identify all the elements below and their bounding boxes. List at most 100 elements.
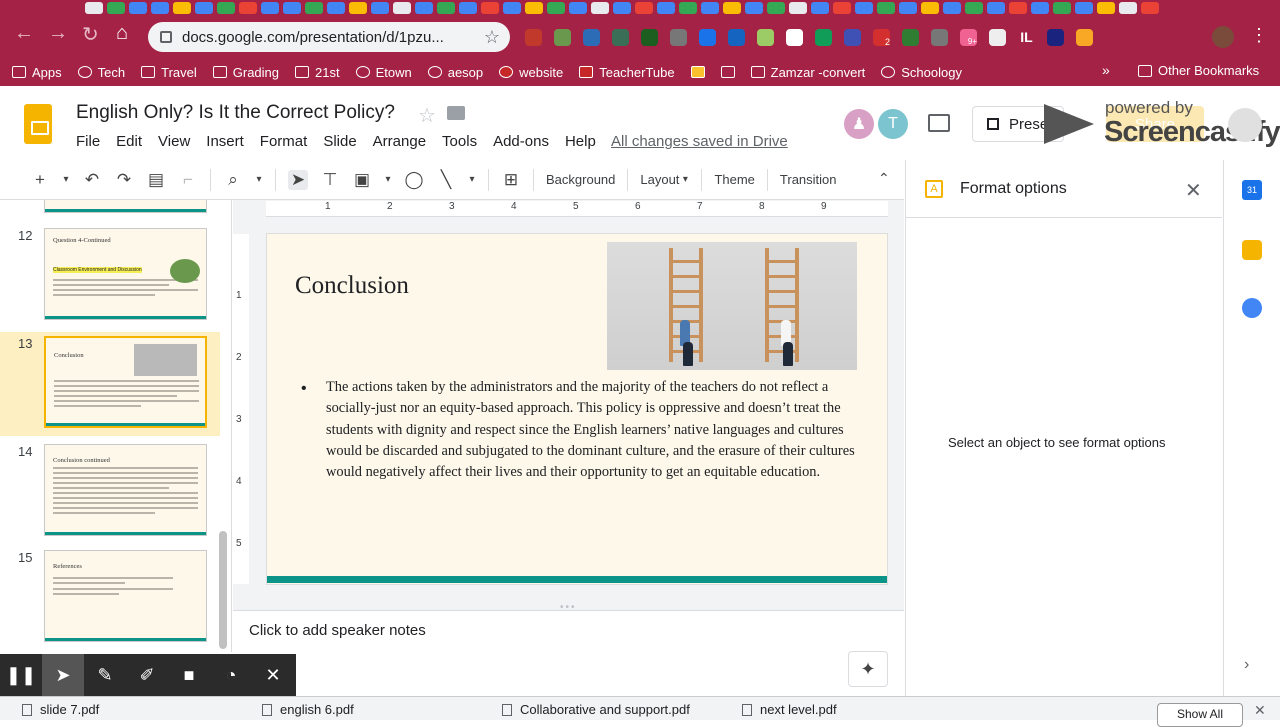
print-icon[interactable]: ▤ [146,170,166,190]
extension-icon[interactable]: 2 [873,28,890,47]
timer-icon[interactable]: ◔ [210,654,252,696]
select-cursor-icon[interactable]: ➤ [288,169,308,190]
close-icon[interactable]: ✕ [1254,702,1266,719]
bookmark-etown[interactable]: Etown [355,65,412,80]
close-icon[interactable]: ✕ [252,654,294,696]
collaborator-avatar[interactable]: T [878,109,908,139]
bookmark-website[interactable]: website [499,65,563,80]
slide-body-text[interactable]: The actions taken by the administrators … [326,377,866,483]
extension-icon[interactable] [612,28,629,46]
menu-insert[interactable]: Insert [206,133,244,150]
new-slide-icon[interactable]: + [30,170,50,190]
horizontal-ruler[interactable]: 1 2 3 4 5 6 7 8 9 [266,201,888,217]
chevron-down-icon[interactable]: ▾ [255,174,263,185]
camera-icon[interactable]: ■ [168,654,210,696]
chevron-right-icon[interactable]: › [1244,656,1249,674]
download-item[interactable]: Collaborative and support.pdf [502,702,690,717]
add-comment-icon[interactable]: ⊞ [501,170,521,190]
bookmark-teachertube[interactable]: TeacherTube [579,65,675,80]
slide-image-ladders[interactable] [607,242,857,370]
account-avatar[interactable] [1228,108,1262,142]
speaker-notes-placeholder[interactable]: Click to add speaker notes [249,622,426,639]
download-item[interactable]: next level.pdf [742,702,837,717]
menu-slide[interactable]: Slide [323,133,356,150]
slide-title[interactable]: Conclusion [295,272,409,300]
filmstrip-item-15[interactable]: 15 References [0,546,220,646]
pause-icon[interactable]: ❚❚ [0,654,42,696]
filmstrip-item-13[interactable]: 13 Conclusion [0,332,220,436]
forward-arrow-icon[interactable]: → [48,22,68,45]
extension-icon[interactable] [844,28,861,46]
background-button[interactable]: Background [546,172,615,187]
bookmarks-overflow-icon[interactable]: » [1102,62,1110,78]
slide-filmstrip[interactable]: 12 Question 4-Continued Classroom Enviro… [0,200,232,652]
highlighter-icon[interactable]: ✐ [126,654,168,696]
slide-thumbnail-12[interactable]: Question 4-Continued Classroom Environme… [44,228,207,320]
chevron-down-icon[interactable]: ▾ [384,174,392,185]
extension-icon[interactable] [728,28,745,46]
extension-icon[interactable] [757,28,774,46]
layout-button[interactable]: Layout [640,172,679,187]
extension-icon[interactable] [1047,28,1064,46]
back-arrow-icon[interactable]: ← [14,22,34,45]
extension-icon[interactable] [931,28,948,46]
slide-thumbnail-14[interactable]: Conclusion continued [44,444,207,536]
menu-arrange[interactable]: Arrange [373,133,426,150]
bookmark-star-icon[interactable]: ☆ [484,27,500,48]
shape-icon[interactable]: ◯ [404,170,424,190]
bookmark-travel[interactable]: Travel [141,65,197,80]
slide-thumbnail-11[interactable] [44,200,207,213]
chevron-down-icon[interactable]: ▾ [681,174,689,185]
browser-menu-icon[interactable]: ⋮ [1250,25,1268,46]
document-title[interactable]: English Only? Is It the Correct Policy? [76,102,395,124]
image-icon[interactable]: ▣ [352,170,372,190]
extension-icon[interactable] [641,28,658,46]
bookmark-aesop[interactable]: aesop [427,65,483,80]
line-icon[interactable]: ╲ [436,170,456,190]
menu-format[interactable]: Format [260,133,308,150]
extensions-row[interactable]: 2 9+ IL [525,24,1245,50]
zoom-icon[interactable]: ⌕ [223,170,243,190]
extension-icon[interactable]: 9+ [960,28,977,46]
profile-avatar[interactable] [1212,26,1234,48]
filmstrip-item-12[interactable]: 12 Question 4-Continued Classroom Enviro… [0,224,220,324]
tasks-icon[interactable] [1242,298,1262,318]
bookmark-zamzar[interactable]: Zamzar -convert [750,65,865,80]
comment-icon[interactable] [928,114,950,132]
download-item[interactable]: slide 7.pdf [22,702,99,717]
move-folder-icon[interactable] [447,106,465,120]
theme-button[interactable]: Theme [714,172,754,187]
menu-addons[interactable]: Add-ons [493,133,549,150]
chevron-down-icon[interactable]: ▾ [468,174,476,185]
chevron-down-icon[interactable]: ▾ [62,174,70,185]
calendar-icon[interactable]: 31 [1242,180,1262,200]
extension-icon[interactable]: IL [1018,29,1035,46]
slides-logo-icon[interactable] [24,104,52,144]
close-icon[interactable]: ✕ [1185,178,1202,203]
menu-help[interactable]: Help [565,133,596,150]
extension-icon[interactable] [989,28,1006,46]
bookmark-sheets[interactable] [690,66,705,78]
extension-icon[interactable] [1076,28,1093,46]
bookmark-apps[interactable]: Apps [12,65,62,80]
bookmark-tech[interactable]: Tech [77,65,125,80]
collaborator-avatar-icon[interactable]: ♟ [844,109,874,139]
extension-icon[interactable] [670,28,687,46]
extension-icon[interactable] [583,28,600,46]
keep-icon[interactable] [1242,240,1262,260]
text-box-icon[interactable]: ⊤ [320,170,340,190]
redo-icon[interactable]: ↷ [114,170,134,190]
menu-file[interactable]: File [76,133,100,150]
undo-icon[interactable]: ↶ [82,170,102,190]
extension-icon[interactable] [902,28,919,46]
explore-icon[interactable]: ✦ [848,651,888,687]
download-item[interactable]: english 6.pdf [262,702,354,717]
menu-tools[interactable]: Tools [442,133,477,150]
pen-icon[interactable]: ✎ [84,654,126,696]
slide-thumbnail-13[interactable]: Conclusion [44,336,207,428]
slide-thumbnail-15[interactable]: References [44,550,207,642]
menu-edit[interactable]: Edit [116,133,142,150]
transition-button[interactable]: Transition [780,172,837,187]
filmstrip-scrollbar[interactable] [219,531,227,649]
home-icon[interactable]: ⌂ [116,22,128,45]
